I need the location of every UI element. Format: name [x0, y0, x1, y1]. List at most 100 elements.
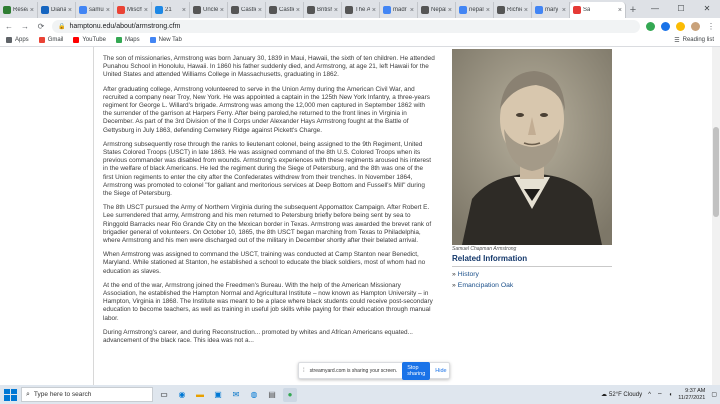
bookmark-favicon-icon	[38, 37, 45, 43]
mail-icon[interactable]: ✉	[229, 388, 243, 402]
close-tab-icon[interactable]: ×	[106, 7, 110, 14]
tab-title: samu	[89, 7, 104, 13]
tab-favicon-icon	[307, 6, 315, 14]
tab-title: mary	[545, 7, 559, 13]
browser-tab[interactable]: mary ×	[532, 2, 570, 18]
clock[interactable]: 9:37 AM 11/27/2021	[678, 388, 705, 402]
close-tab-icon[interactable]: ×	[372, 7, 376, 14]
edge-icon[interactable]: ◉	[175, 388, 189, 402]
minimize-icon[interactable]: —	[642, 0, 668, 18]
bookmark-item[interactable]: Apps	[6, 37, 29, 43]
extension-icon[interactable]	[646, 21, 655, 31]
stop-sharing-button[interactable]: Stop sharing	[402, 361, 431, 380]
volume-icon[interactable]: ◖	[669, 392, 673, 398]
tab-favicon-icon	[41, 6, 49, 14]
tab-title: Sa	[583, 7, 591, 13]
weather-widget[interactable]: ☁ 52°F Cloudy	[601, 391, 642, 399]
tab-title: 21	[165, 7, 172, 13]
close-tab-icon[interactable]: ×	[30, 7, 34, 14]
hide-button[interactable]: Hide	[435, 368, 446, 374]
browser-icon[interactable]: ◍	[247, 388, 261, 402]
browser-tab[interactable]: nepal ×	[456, 2, 494, 18]
profile-avatar[interactable]	[691, 21, 700, 31]
close-tab-icon[interactable]: ×	[410, 7, 414, 14]
task-view-icon[interactable]: ▭	[157, 388, 171, 402]
close-tab-icon[interactable]: ×	[524, 7, 528, 14]
network-icon[interactable]: ⌔	[657, 391, 663, 399]
close-tab-icon[interactable]: ×	[618, 7, 622, 14]
taskbar-search-box[interactable]: ⌕ Type here to search	[21, 387, 153, 402]
scrollbar-thumb[interactable]	[713, 127, 719, 217]
show-hidden-icons-icon[interactable]: ^	[648, 392, 651, 398]
bookmark-item[interactable]: New Tab	[149, 37, 182, 43]
maximize-icon[interactable]: ☐	[668, 0, 694, 18]
menu-icon[interactable]: ⋮	[706, 22, 716, 31]
extension-icon[interactable]	[661, 21, 670, 31]
tab-favicon-icon	[383, 6, 391, 14]
close-tab-icon[interactable]: ×	[334, 7, 338, 14]
reading-list-icon: ☰	[674, 37, 680, 44]
article-paragraph: During Armstrong's career, and during Re…	[103, 328, 413, 345]
search-placeholder[interactable]: Type here to search	[34, 391, 91, 398]
windows-start-icon[interactable]	[3, 388, 17, 402]
browser-tab[interactable]: Resea×	[0, 2, 38, 18]
close-tab-icon[interactable]: ×	[448, 7, 452, 14]
browser-tab[interactable]: Sa ×	[570, 2, 626, 18]
tab-favicon-icon	[231, 6, 239, 14]
close-tab-icon[interactable]: ×	[258, 7, 262, 14]
reload-button[interactable]: ⟳	[36, 22, 46, 31]
tab-favicon-icon	[573, 6, 581, 14]
bookmarks-bar: Apps Gmail YouTube Maps New Tab ☰ Reading li…	[0, 34, 720, 47]
close-tab-icon[interactable]: ×	[144, 7, 148, 14]
tab-favicon-icon	[155, 6, 163, 14]
browser-tab[interactable]: Richie×	[494, 2, 532, 18]
browser-tab[interactable]: samu ×	[76, 2, 114, 18]
close-tab-icon[interactable]: ×	[296, 7, 300, 14]
article-body: The son of missionaries, Armstrong was b…	[103, 55, 435, 351]
reading-list-button[interactable]: ☰ Reading list	[674, 37, 714, 44]
related-link-label[interactable]: History	[458, 271, 479, 278]
browser-tab[interactable]: Castle×	[266, 2, 304, 18]
tab-title: nepal	[469, 7, 484, 13]
back-button[interactable]: ←	[4, 22, 14, 31]
close-tab-icon[interactable]: ×	[68, 7, 72, 14]
bookmark-item[interactable]: Maps	[115, 37, 140, 43]
file-explorer-icon[interactable]: ▬	[193, 388, 207, 402]
browser-tab[interactable]: Misch ×	[114, 2, 152, 18]
related-link-emancipation-oak[interactable]: » Emancipation Oak	[452, 282, 513, 289]
notifications-icon[interactable]: ▢	[711, 391, 717, 398]
clock-time: 9:37 AM	[685, 387, 706, 394]
new-tab-button[interactable]: +	[626, 2, 640, 18]
bookmark-item[interactable]: Gmail	[38, 37, 63, 43]
browser-tab[interactable]: Uncle ×	[190, 2, 228, 18]
browser-tab[interactable]: 21 ×	[152, 2, 190, 18]
browser-tab[interactable]: British×	[304, 2, 342, 18]
close-tab-icon[interactable]: ×	[486, 7, 490, 14]
browser-tab[interactable]: madr ×	[380, 2, 418, 18]
address-bar[interactable]: 🔒 hamptonu.edu/about/armstrong.cfm	[52, 19, 640, 33]
related-link-history[interactable]: » History	[452, 271, 513, 278]
extension-icon[interactable]	[676, 21, 685, 31]
app-icon[interactable]: ▤	[265, 388, 279, 402]
address-url[interactable]: hamptonu.edu/about/armstrong.cfm	[69, 23, 180, 30]
related-link-label[interactable]: Emancipation Oak	[458, 282, 514, 289]
tab-title: British	[317, 7, 332, 13]
store-icon[interactable]: ▣	[211, 388, 225, 402]
browser-tab[interactable]: Nepal ×	[418, 2, 456, 18]
article-paragraph: The 8th USCT pursued the Army of Norther…	[103, 204, 432, 245]
close-tab-icon[interactable]: ×	[220, 7, 224, 14]
bookmark-item[interactable]: YouTube	[73, 37, 106, 43]
forward-button[interactable]: →	[20, 22, 30, 31]
browser-tab[interactable]: The A ×	[342, 2, 380, 18]
browser-tab[interactable]: Diana ×	[38, 2, 76, 18]
chrome-icon[interactable]: ●	[283, 387, 297, 402]
close-window-icon[interactable]: ✕	[694, 0, 720, 18]
drag-handle-icon[interactable]: ⁞	[303, 368, 305, 374]
tab-favicon-icon	[269, 6, 277, 14]
page-scrollbar[interactable]	[712, 47, 720, 385]
close-tab-icon[interactable]: ×	[182, 7, 186, 14]
share-message: streamyard.com is sharing your screen.	[309, 367, 398, 374]
browser-tab[interactable]: Castle×	[228, 2, 266, 18]
close-tab-icon[interactable]: ×	[562, 7, 566, 14]
tab-favicon-icon	[117, 6, 125, 14]
